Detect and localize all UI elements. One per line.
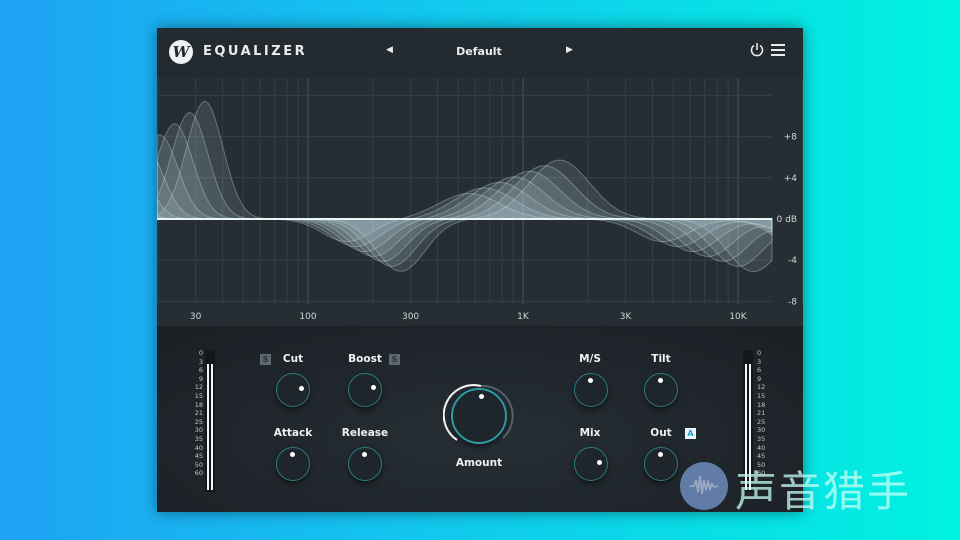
knob-indicator <box>658 452 663 457</box>
meter-scale-label: 0 <box>198 349 203 357</box>
knob-indicator <box>362 452 367 457</box>
db-label: +8 <box>784 133 798 143</box>
logo: W <box>169 40 193 64</box>
watermark-logo <box>680 462 728 510</box>
freq-label: 1K <box>517 312 530 322</box>
out-auto-badge[interactable]: A <box>685 428 696 439</box>
db-label: -4 <box>788 256 797 266</box>
meter-scale-label: 3 <box>757 357 762 366</box>
meter-scale-label: 18 <box>757 400 766 409</box>
meter-scale-label: 0 <box>757 349 762 357</box>
mix-label: Mix <box>579 427 601 439</box>
menu-icon[interactable] <box>771 44 785 56</box>
meter-scale-label: 21 <box>194 409 203 418</box>
attack-knob[interactable] <box>276 447 310 481</box>
watermark-text: 声音猎手 <box>735 467 912 516</box>
equalizer-plugin-window: W EQUALIZER ◀ Default ▶ 30 100 300 1K 3K 10K +… <box>157 28 803 512</box>
meter-scale-label: 12 <box>757 383 766 392</box>
knob-indicator <box>370 384 376 390</box>
amount-ring <box>443 384 514 441</box>
meter-scale-label: 15 <box>194 391 203 400</box>
input-meter <box>205 350 215 492</box>
meter-scale-label: 9 <box>198 374 203 383</box>
meter-scale-label: 6 <box>198 366 203 375</box>
ms-knob[interactable] <box>574 373 608 407</box>
db-label: +4 <box>784 174 798 184</box>
ms-label: M/S <box>579 353 601 365</box>
knob-indicator <box>290 452 295 457</box>
boost-solo-badge[interactable]: S <box>389 354 400 365</box>
prev-preset-icon[interactable]: ◀ <box>386 45 393 55</box>
freq-label: 100 <box>299 312 316 322</box>
meter-scale-label: 3 <box>198 357 203 366</box>
next-preset-icon[interactable]: ▶ <box>566 45 573 55</box>
knob-indicator <box>298 385 304 391</box>
cut-solo-badge[interactable]: S <box>260 354 271 365</box>
meter-scale-label: 35 <box>757 434 766 443</box>
release-knob[interactable] <box>348 447 382 481</box>
freq-label: 30 <box>190 312 202 322</box>
tilt-knob[interactable] <box>644 373 678 407</box>
mix-knob[interactable] <box>574 447 608 481</box>
meter-scale-label: 15 <box>757 391 766 400</box>
meter-scale-label: 60 <box>194 469 203 478</box>
meter-scale-label: 40 <box>194 443 203 452</box>
meter-scale-label: 45 <box>194 452 203 461</box>
meter-scale-label: 12 <box>194 383 203 392</box>
meter-scale-label: 25 <box>757 417 766 426</box>
meter-scale-label: 18 <box>194 400 203 409</box>
out-knob[interactable] <box>644 447 678 481</box>
freq-label: 10K <box>729 312 747 322</box>
tilt-label: Tilt <box>651 353 671 365</box>
release-label: Release <box>341 427 389 439</box>
meter-scale-label: 9 <box>757 374 762 383</box>
plugin-title: EQUALIZER <box>203 44 308 59</box>
power-icon[interactable] <box>749 42 765 58</box>
meter-scale-label: 40 <box>757 443 766 452</box>
freq-label: 300 <box>402 312 419 322</box>
header: W EQUALIZER ◀ Default ▶ <box>157 28 803 78</box>
knob-indicator <box>658 378 663 383</box>
boost-knob[interactable] <box>348 373 382 407</box>
meter-scale-label: 21 <box>757 409 766 418</box>
eq-graph[interactable]: 30 100 300 1K 3K 10K +8 +4 0 dB -4 -8 <box>157 78 803 326</box>
cut-knob[interactable] <box>276 373 310 407</box>
db-label: 0 dB <box>777 215 797 225</box>
meter-scale-label: 35 <box>194 434 203 443</box>
meter-scale-label: 6 <box>757 366 762 375</box>
freq-label: 3K <box>620 312 633 322</box>
knob-indicator <box>596 459 602 465</box>
meter-scale-label: 30 <box>757 426 766 435</box>
input-meter-scale: 0 3 6 9 12 15 18 21 25 30 35 40 45 50 60 <box>189 349 203 478</box>
knob-indicator <box>588 378 593 383</box>
amount-label: Amount <box>455 457 503 469</box>
meter-scale-label: 50 <box>194 460 203 469</box>
attack-label: Attack <box>273 427 313 439</box>
meter-scale-label: 25 <box>194 417 203 426</box>
preset-selector[interactable]: Default <box>429 45 529 58</box>
db-label: -8 <box>788 297 797 307</box>
meter-scale-label: 30 <box>194 426 203 435</box>
